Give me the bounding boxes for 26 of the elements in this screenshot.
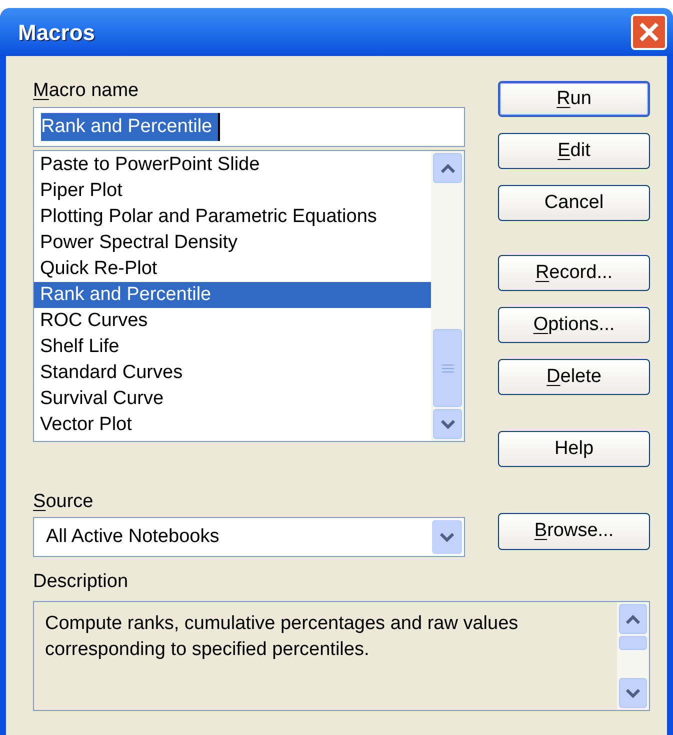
dialog-button[interactable]: Cancel xyxy=(498,185,650,221)
description-text: Compute ranks, cumulative percentages and raw values corresponding to specified percentiles. xyxy=(44,612,520,662)
macro-list-item[interactable]: Piper Plot xyxy=(34,178,431,204)
browse-button[interactable]: Browse... xyxy=(498,513,650,550)
dialog-button[interactable]: Options... xyxy=(498,307,650,343)
macro-list-item[interactable]: Survival Curve xyxy=(34,386,431,412)
macro-list-item[interactable]: Quick Re-Plot xyxy=(34,256,431,282)
window-title: Macros xyxy=(18,18,96,46)
source-label: Source xyxy=(33,490,94,514)
description-label: Description xyxy=(33,570,130,594)
macro-list-item[interactable]: ROC Curves xyxy=(34,308,431,334)
dialog-button[interactable]: Record... xyxy=(498,255,650,291)
macro-list-item[interactable]: Standard Curves xyxy=(34,360,431,386)
macro-list-item[interactable]: Paste to PowerPoint Slide xyxy=(34,152,431,178)
macro-list-item[interactable]: Shelf Life xyxy=(34,334,431,360)
source-dropdown[interactable]: All Active Notebooks xyxy=(33,517,465,557)
dialog-button[interactable]: Help xyxy=(498,431,650,467)
macro-list-item[interactable]: Plotting Polar and Parametric Equations xyxy=(34,204,431,230)
macro-name-label: Macro name xyxy=(33,79,140,103)
macro-list-item[interactable]: Rank and Percentile xyxy=(34,282,431,308)
dialog-button[interactable]: Run xyxy=(498,81,650,117)
dialog-button[interactable]: Edit xyxy=(498,133,650,169)
macro-list-item[interactable]: Power Spectral Density xyxy=(34,230,431,256)
dialog-button[interactable]: Delete xyxy=(498,359,650,395)
macro-list-item[interactable]: Vector Plot xyxy=(34,412,431,438)
macro-name-field[interactable]: Rank and Percentile xyxy=(33,107,465,147)
